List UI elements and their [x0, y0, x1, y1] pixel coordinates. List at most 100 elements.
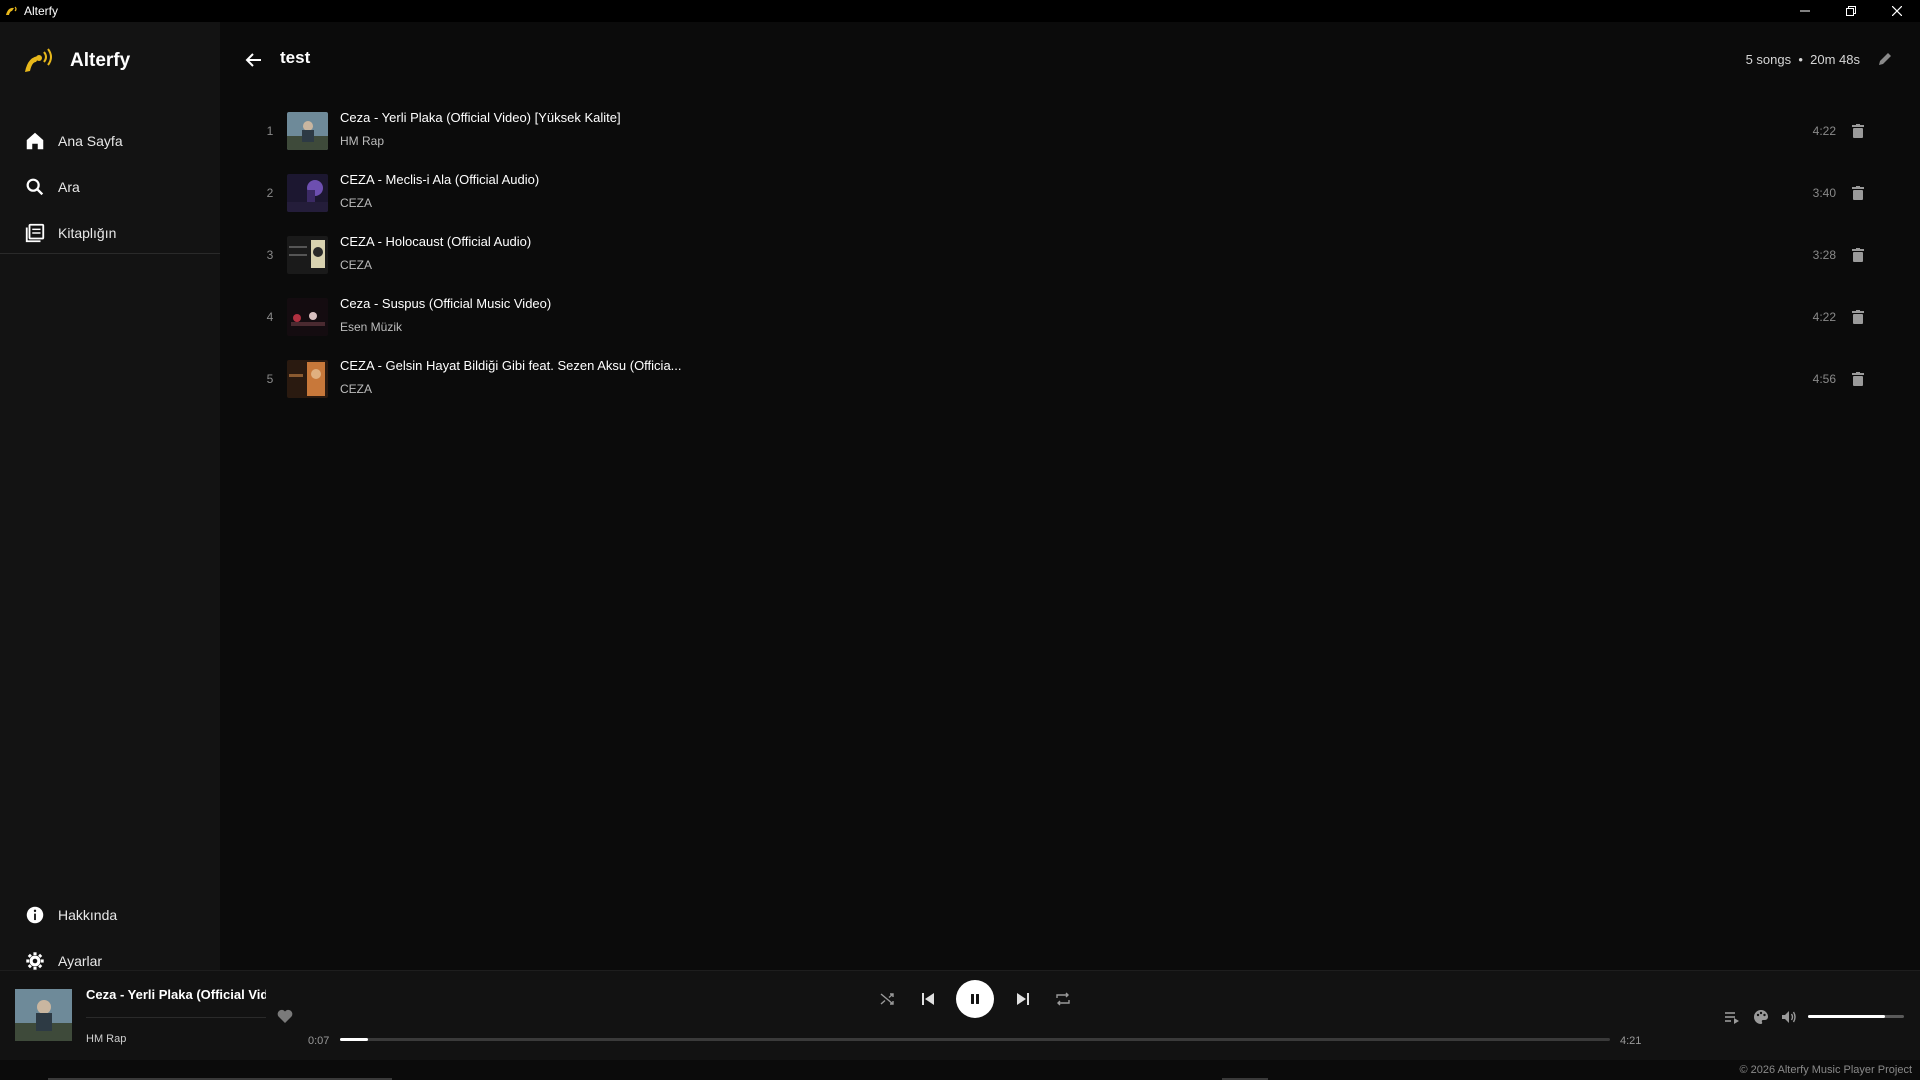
bird-logo-icon [6, 6, 17, 15]
close-icon [1892, 6, 1902, 16]
track-thumbnail [287, 360, 328, 398]
restore-button[interactable] [1828, 0, 1874, 22]
track-title: CEZA - Holocaust (Official Audio) [340, 234, 532, 249]
nav-item-about[interactable]: Hakkında [0, 892, 220, 938]
close-button[interactable] [1874, 0, 1920, 22]
nav-item-library[interactable]: Kitaplığın [0, 210, 220, 256]
bird-logo-icon [25, 48, 52, 72]
edit-playlist-button[interactable] [1874, 48, 1896, 70]
seek-bar[interactable] [340, 1038, 1610, 1041]
track-artist: CEZA [340, 258, 373, 272]
pause-icon [971, 994, 979, 1004]
library-icon [25, 223, 45, 243]
track-duration: 4:22 [1812, 310, 1836, 324]
previous-button[interactable] [910, 981, 946, 1017]
repeat-icon [1056, 992, 1070, 1006]
copyright-text: © 2026 Alterfy Music Player Project [1739, 1064, 1912, 1076]
trash-icon [1852, 124, 1864, 138]
sidebar: Alterfy Ana Sayfa Ara Kitaplığın Hakkınd… [0, 22, 220, 970]
track-number: 2 [266, 186, 274, 200]
track-title: Ceza - Yerli Plaka (Official Video) [Yük… [340, 110, 621, 125]
window-title: Alterfy [24, 4, 59, 18]
play-pause-button[interactable] [956, 980, 994, 1018]
trash-icon [1852, 186, 1864, 200]
volume-slider-fill [1808, 1015, 1885, 1018]
seek-bar-fill [340, 1038, 368, 1041]
shuffle-button[interactable] [870, 981, 906, 1017]
gear-icon [26, 952, 44, 970]
track-row[interactable]: 1 Ceza - Yerli Plaka (Official Video) [Y… [240, 102, 1900, 164]
home-icon [26, 132, 44, 150]
playlist-meta: 5 songs • 20m 48s [1745, 52, 1860, 67]
playlist-header: test 5 songs • 20m 48s [220, 42, 1920, 78]
trash-icon [1852, 248, 1864, 262]
info-icon [26, 906, 44, 924]
track-thumbnail [287, 236, 328, 274]
track-artist: HM Rap [340, 134, 385, 148]
nav-divider [0, 253, 220, 254]
minimize-icon [1800, 10, 1810, 12]
track-title: CEZA - Gelsin Hayat Bildiği Gibi feat. S… [340, 358, 682, 373]
queue-icon [1725, 1012, 1739, 1024]
footer: © 2026 Alterfy Music Player Project [0, 1060, 1920, 1080]
skip-previous-icon [922, 993, 934, 1005]
track-artist: Esen Müzik [340, 320, 403, 334]
delete-track-button[interactable] [1848, 182, 1868, 204]
restore-icon [1846, 6, 1856, 16]
volume-slider[interactable] [1808, 1015, 1904, 1018]
delete-track-button[interactable] [1848, 306, 1868, 328]
nav-item-label: Ana Sayfa [58, 133, 123, 149]
queue-button[interactable] [1720, 1005, 1744, 1029]
volume-button[interactable] [1777, 1005, 1801, 1029]
track-duration: 4:56 [1812, 372, 1836, 386]
track-title: Ceza - Suspus (Official Music Video) [340, 296, 552, 311]
delete-track-button[interactable] [1848, 244, 1868, 266]
track-row[interactable]: 5 CEZA - Gelsin Hayat Bildiği Gibi feat.… [240, 350, 1900, 412]
nav-item-label: Kitaplığın [58, 225, 117, 241]
track-thumbnail [287, 174, 328, 212]
main-content: test 5 songs • 20m 48s 1 Ceza - Yerli Pl… [220, 22, 1920, 970]
nav-item-label: Ara [58, 179, 80, 195]
track-row[interactable]: 3 CEZA - Holocaust (Official Audio) CEZA… [240, 226, 1900, 288]
track-list: 1 Ceza - Yerli Plaka (Official Video) [Y… [240, 102, 1900, 412]
track-artist: CEZA [340, 382, 373, 396]
theme-button[interactable] [1749, 1005, 1773, 1029]
track-row[interactable]: 2 CEZA - Meclis-i Ala (Official Audio) C… [240, 164, 1900, 226]
main-nav: Ana Sayfa Ara Kitaplığın [0, 118, 220, 256]
player-bar: Ceza - Yerli Plaka (Official Video) [Yük… [0, 970, 1920, 1060]
palette-icon [1754, 1010, 1768, 1024]
next-button[interactable] [1005, 981, 1041, 1017]
repeat-button[interactable] [1045, 981, 1081, 1017]
track-thumbnail [287, 112, 328, 150]
delete-track-button[interactable] [1848, 368, 1868, 390]
brand[interactable]: Alterfy [22, 44, 130, 78]
track-duration: 3:40 [1812, 186, 1836, 200]
skip-next-icon [1017, 993, 1029, 1005]
trash-icon [1852, 372, 1864, 386]
minimize-button[interactable] [1782, 0, 1828, 22]
total-time: 4:21 [1620, 1035, 1642, 1047]
back-button[interactable] [240, 46, 268, 74]
nav-item-search[interactable]: Ara [0, 164, 220, 210]
window-titlebar: Alterfy [0, 0, 1920, 22]
nav-item-home[interactable]: Ana Sayfa [0, 118, 220, 164]
track-artist: CEZA [340, 196, 373, 210]
delete-track-button[interactable] [1848, 120, 1868, 142]
now-playing-artist[interactable]: HM Rap [86, 1033, 126, 1045]
nav-item-label: Ayarlar [58, 953, 103, 969]
search-icon [26, 178, 44, 196]
playlist-title: test [280, 48, 311, 67]
track-number: 1 [266, 124, 274, 138]
track-title: CEZA - Meclis-i Ala (Official Audio) [340, 172, 540, 187]
brand-name: Alterfy [70, 50, 131, 71]
track-row[interactable]: 4 Ceza - Suspus (Official Music Video) E… [240, 288, 1900, 350]
playback-controls [0, 980, 1920, 1021]
track-number: 3 [266, 248, 274, 262]
track-number: 4 [266, 310, 274, 324]
track-duration: 3:28 [1812, 248, 1836, 262]
track-number: 5 [266, 372, 274, 386]
pencil-icon [1879, 53, 1891, 65]
trash-icon [1852, 310, 1864, 324]
track-thumbnail [287, 298, 328, 336]
track-duration: 4:22 [1812, 124, 1836, 138]
